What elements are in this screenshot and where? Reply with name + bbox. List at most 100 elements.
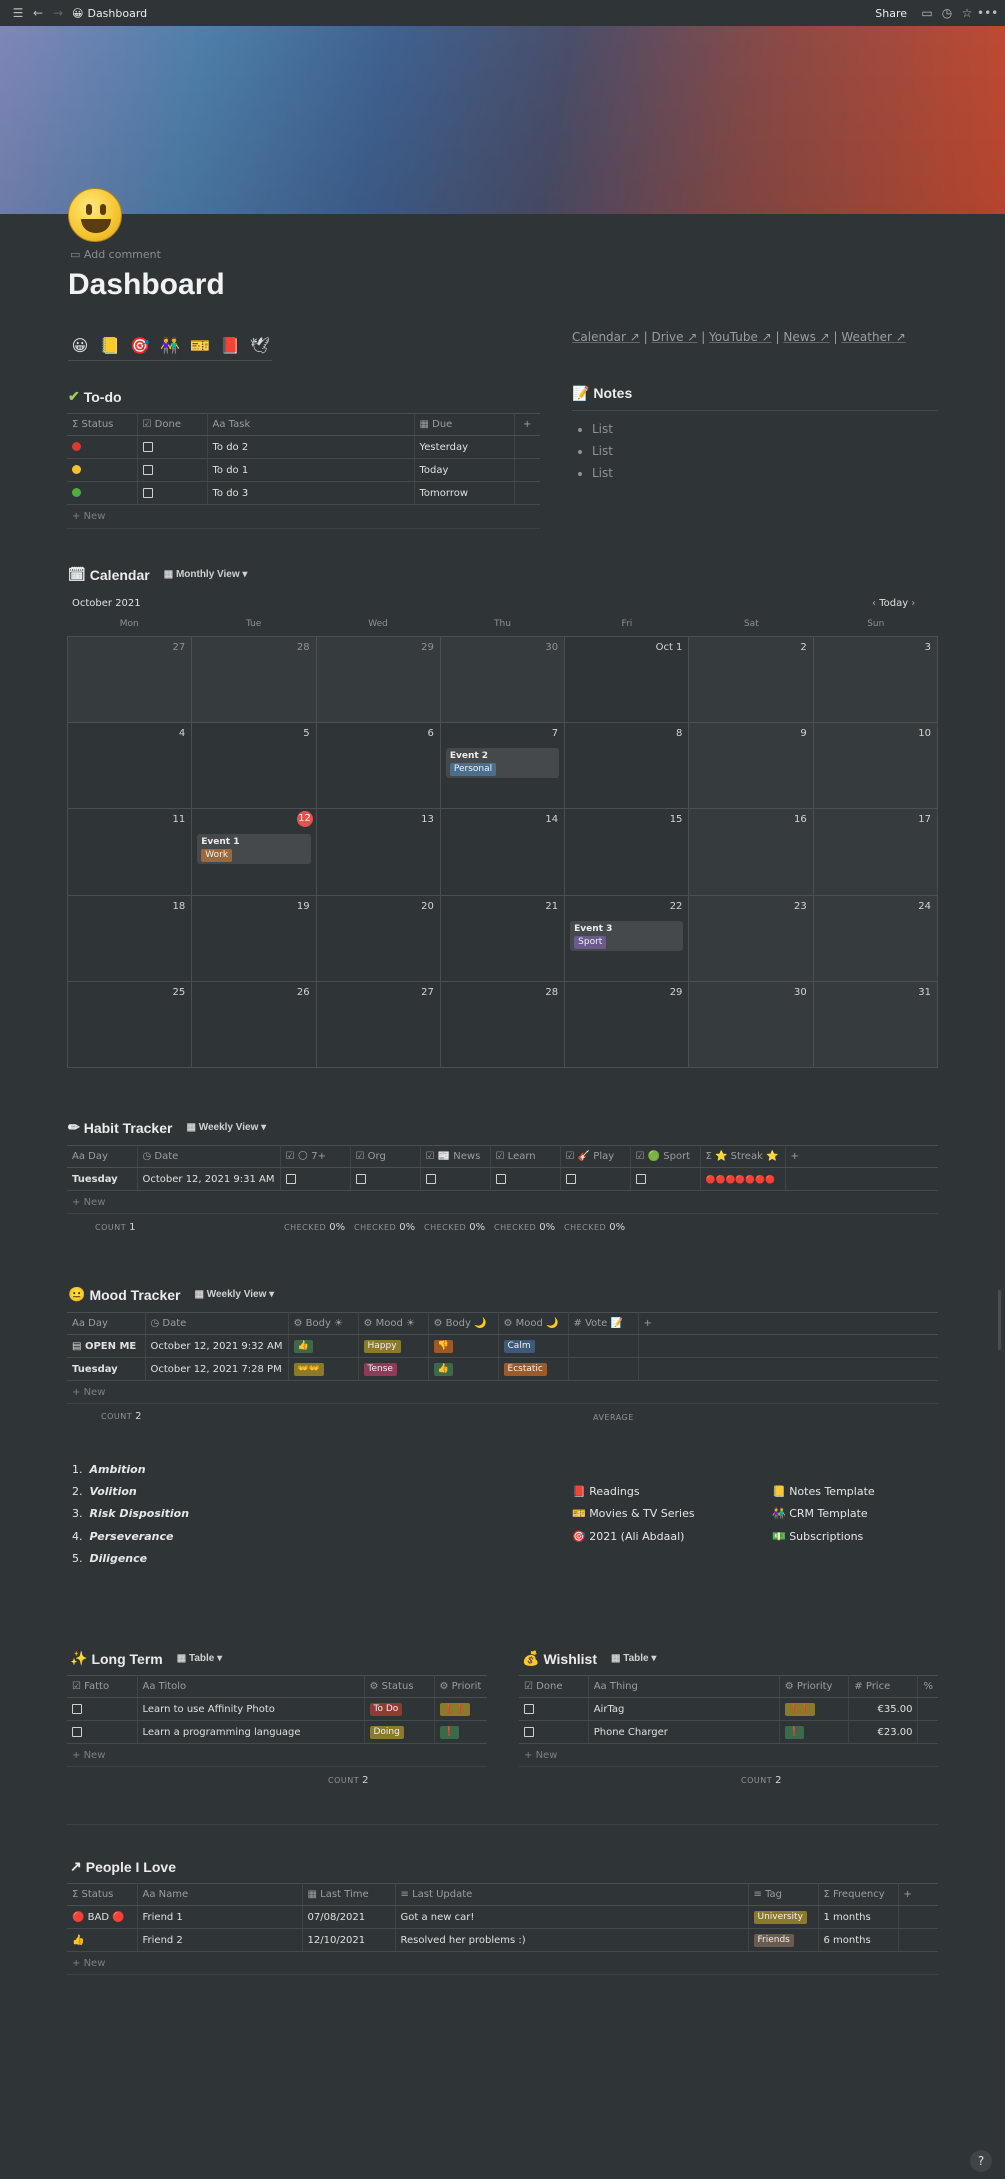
table-row[interactable]: ▤ OPEN ME October 12, 2021 9:32 AM 👍 Hap… bbox=[67, 1334, 938, 1358]
checked-stat[interactable]: CHECKED 0% bbox=[564, 1222, 625, 1233]
long-term-view-dropdown[interactable]: ▦ Table ▾ bbox=[177, 1653, 222, 1664]
link-2021[interactable]: 🎯 2021 (Ali Abdaal) bbox=[572, 1530, 684, 1543]
calendar-day-cell[interactable]: 17 bbox=[813, 809, 938, 896]
calendar-day-cell[interactable]: 7 Event 2 Personal bbox=[440, 723, 566, 810]
habit-checkbox[interactable] bbox=[425, 1173, 436, 1184]
calendar-day-cell[interactable]: 25 bbox=[68, 981, 193, 1068]
people-new-button[interactable]: + New bbox=[72, 1958, 105, 1969]
calendar-day-cell[interactable]: Oct 1 bbox=[565, 637, 690, 724]
table-row[interactable]: 👍 Friend 2 12/10/2021 Resolved her probl… bbox=[67, 1928, 938, 1952]
favorite-star-icon[interactable]: ☆ bbox=[957, 6, 977, 20]
forward-arrow-icon[interactable]: → bbox=[48, 6, 68, 20]
calendar-day-cell[interactable]: 24 bbox=[813, 895, 938, 982]
wishlist-view-dropdown[interactable]: ▦ Table ▾ bbox=[611, 1653, 656, 1664]
col-learn[interactable]: ☑ Learn bbox=[490, 1145, 561, 1168]
col-day[interactable]: Aa Day bbox=[67, 1312, 146, 1335]
quick-icon-notebook[interactable]: 📒 bbox=[98, 334, 122, 356]
calendar-day-cell[interactable]: 14 bbox=[440, 809, 566, 896]
calendar-day-cell[interactable]: 9 bbox=[689, 723, 814, 810]
mood-average[interactable]: AVERAGE bbox=[593, 1413, 634, 1422]
calendar-day-cell[interactable]: 8 bbox=[565, 723, 690, 810]
checked-stat[interactable]: CHECKED 0% bbox=[494, 1222, 555, 1233]
col-sport[interactable]: ☑ 🟢 Sport bbox=[630, 1145, 701, 1168]
today-button[interactable]: Today bbox=[879, 598, 908, 609]
col-org[interactable]: ☑ Org bbox=[350, 1145, 421, 1168]
calendar-day-cell[interactable]: 5 bbox=[192, 723, 317, 810]
page-icon-smiley[interactable] bbox=[68, 188, 122, 242]
calendar-day-cell[interactable]: 4 bbox=[68, 723, 193, 810]
col-mood-am[interactable]: ⚙ Mood ☀ bbox=[358, 1312, 429, 1335]
table-row[interactable]: Tuesday October 12, 2021 9:31 AM 🔴🔴🔴🔴🔴🔴🔴 bbox=[67, 1167, 938, 1191]
col-sleep[interactable]: ☑ 🌕 7+ bbox=[280, 1145, 351, 1168]
col-due[interactable]: ▦ Due bbox=[414, 413, 515, 436]
calendar-event[interactable]: Event 2 Personal bbox=[445, 748, 560, 779]
table-row[interactable]: To do 2 Yesterday bbox=[67, 435, 540, 459]
link-drive[interactable]: Drive ↗ bbox=[652, 330, 698, 344]
wishlist-new-button[interactable]: + New bbox=[524, 1750, 557, 1761]
habit-checkbox[interactable] bbox=[565, 1173, 576, 1184]
col-play[interactable]: ☑ 🎸 Play bbox=[560, 1145, 631, 1168]
calendar-event[interactable]: Event 1 Work bbox=[197, 834, 311, 865]
calendar-day-cell[interactable]: 2 bbox=[689, 637, 814, 724]
col-date[interactable]: ◷ Date bbox=[137, 1145, 281, 1168]
done-checkbox[interactable] bbox=[524, 1726, 534, 1737]
col-tag[interactable]: ≡ Tag bbox=[748, 1883, 819, 1906]
calendar-day-cell[interactable]: 30 bbox=[440, 637, 566, 724]
col-status[interactable]: Σ Status bbox=[67, 413, 138, 436]
table-row[interactable]: Learn a programming language Doing ❗ bbox=[67, 1720, 487, 1744]
habit-view-dropdown[interactable]: ▦ Weekly View ▾ bbox=[186, 1122, 266, 1133]
calendar-view-dropdown[interactable]: ▦ Monthly View ▾ bbox=[164, 569, 248, 580]
col-mood-pm[interactable]: ⚙ Mood 🌙 bbox=[498, 1312, 569, 1335]
calendar-day-cell[interactable]: 18 bbox=[68, 895, 193, 982]
history-icon[interactable]: ◷ bbox=[937, 6, 957, 20]
col-fatto[interactable]: ☑ Fatto bbox=[67, 1675, 138, 1698]
calendar-day-cell[interactable]: 15 bbox=[565, 809, 690, 896]
quick-icon-target[interactable]: 🎯 bbox=[128, 334, 152, 356]
table-row[interactable]: Learn to use Affinity Photo To Do ❗❗ bbox=[67, 1697, 487, 1721]
fatto-checkbox[interactable] bbox=[72, 1703, 82, 1714]
list-item[interactable]: List bbox=[592, 466, 613, 480]
mood-view-dropdown[interactable]: ▦ Weekly View ▾ bbox=[194, 1289, 274, 1300]
link-notes-template[interactable]: 📒 Notes Template bbox=[772, 1485, 875, 1498]
col-frequency[interactable]: Σ Frequency bbox=[818, 1883, 899, 1906]
col-status[interactable]: ⚙ Status bbox=[364, 1675, 435, 1698]
col-priorit[interactable]: ⚙ Priorit bbox=[434, 1675, 487, 1698]
checked-stat[interactable]: CHECKED 0% bbox=[424, 1222, 485, 1233]
quick-icon-smiley[interactable]: 😀 bbox=[68, 334, 92, 356]
calendar-day-cell[interactable]: 26 bbox=[192, 981, 317, 1068]
col-day[interactable]: Aa Day bbox=[67, 1145, 138, 1168]
habit-checkbox[interactable] bbox=[355, 1173, 366, 1184]
add-column-icon[interactable]: % bbox=[917, 1675, 938, 1698]
checked-stat[interactable]: CHECKED 0% bbox=[284, 1222, 345, 1233]
table-row[interactable]: To do 1 Today bbox=[67, 458, 540, 482]
mood-count[interactable]: COUNT 2 bbox=[101, 1411, 141, 1422]
col-task[interactable]: Aa Task bbox=[207, 413, 415, 436]
col-name[interactable]: Aa Name bbox=[137, 1883, 303, 1906]
col-priority[interactable]: ⚙ Priority bbox=[779, 1675, 850, 1698]
breadcrumb-page[interactable]: Dashboard bbox=[87, 7, 147, 20]
calendar-day-cell[interactable]: 6 bbox=[316, 723, 441, 810]
done-checkbox[interactable] bbox=[524, 1703, 534, 1714]
long-term-new-button[interactable]: + New bbox=[72, 1750, 105, 1761]
todo-new-button[interactable]: + New bbox=[72, 511, 105, 522]
calendar-day-cell[interactable]: 22 Event 3 Sport bbox=[565, 895, 690, 982]
col-last-time[interactable]: ▦ Last Time bbox=[302, 1883, 396, 1906]
col-body-pm[interactable]: ⚙ Body 🌙 bbox=[428, 1312, 499, 1335]
back-arrow-icon[interactable]: ← bbox=[28, 6, 48, 20]
add-column-icon[interactable]: + bbox=[514, 413, 540, 436]
add-column-icon[interactable]: + bbox=[638, 1312, 938, 1335]
comments-icon[interactable]: ▭ bbox=[917, 6, 937, 20]
link-crm-template[interactable]: 👫 CRM Template bbox=[772, 1507, 868, 1520]
done-checkbox[interactable] bbox=[142, 441, 153, 452]
calendar-day-cell[interactable]: 28 bbox=[192, 637, 317, 724]
calendar-day-cell[interactable]: 29 bbox=[565, 981, 690, 1068]
table-row[interactable]: AirTag ❗❗ €35.00 bbox=[519, 1697, 938, 1721]
link-subscriptions[interactable]: 💵 Subscriptions bbox=[772, 1530, 863, 1543]
add-comment-button[interactable]: ▭ Add comment bbox=[70, 248, 161, 261]
quick-icon-book[interactable]: 📕 bbox=[218, 334, 242, 356]
long-term-count[interactable]: COUNT 2 bbox=[328, 1775, 368, 1786]
col-status[interactable]: Σ Status bbox=[67, 1883, 138, 1906]
habit-new-button[interactable]: + New bbox=[72, 1197, 105, 1208]
calendar-day-cell[interactable]: 29 bbox=[316, 637, 441, 724]
link-weather[interactable]: Weather ↗ bbox=[841, 330, 905, 344]
